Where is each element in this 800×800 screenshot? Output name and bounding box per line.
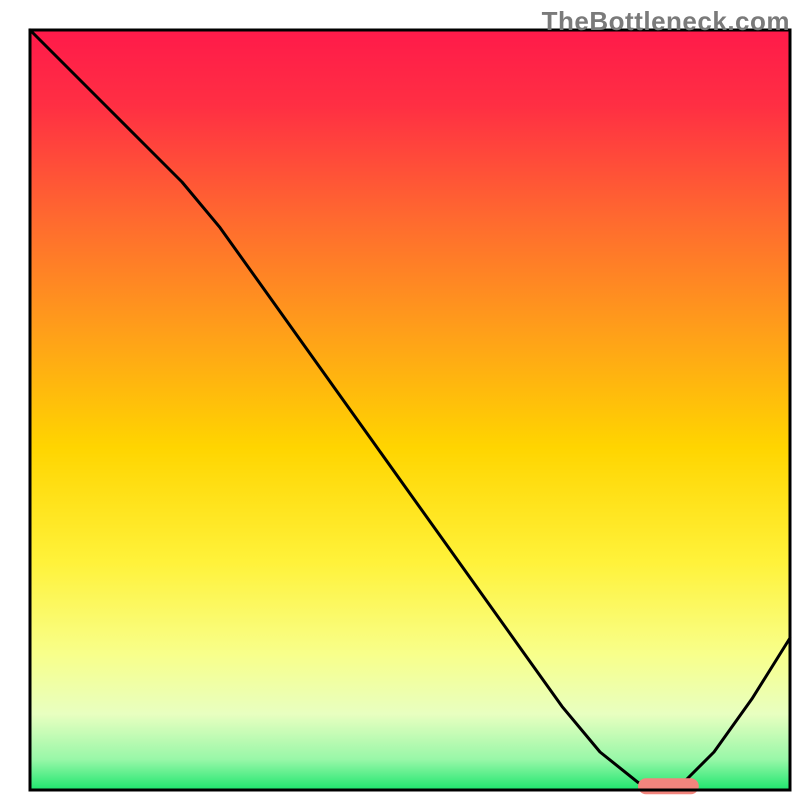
bottleneck-chart: TheBottleneck.com <box>0 0 800 800</box>
optimal-marker <box>638 778 699 794</box>
watermark-text: TheBottleneck.com <box>542 6 790 37</box>
chart-svg <box>0 0 800 800</box>
